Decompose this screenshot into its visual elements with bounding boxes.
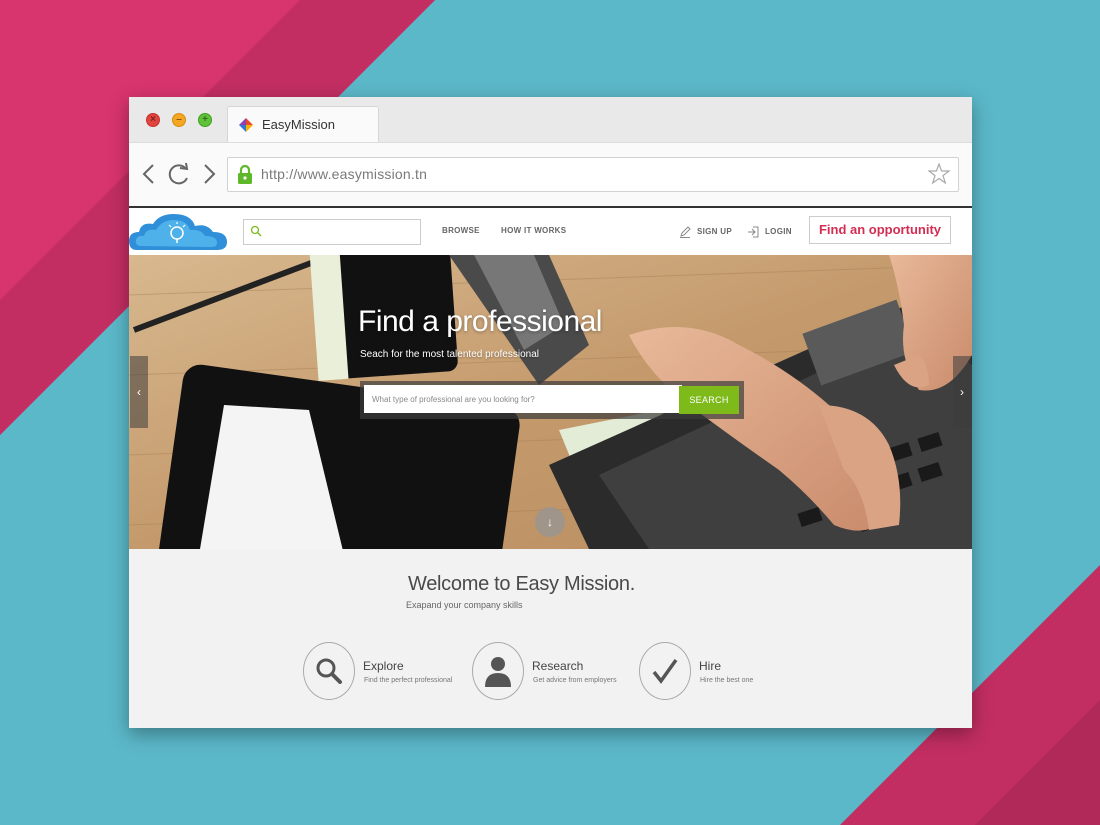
welcome-section: Welcome to Easy Mission. Exapand your co…	[129, 549, 972, 728]
find-opportunity-button[interactable]: Find an opportunity	[809, 216, 951, 244]
arrow-left-icon	[142, 164, 154, 184]
website-content: BROWSE HOW IT WORKS SIGN UP LOGIN Find a…	[129, 206, 972, 728]
feature-hire: Hire Hire the best one	[639, 642, 799, 702]
arrow-right-icon	[204, 164, 216, 184]
search-icon	[250, 225, 262, 237]
tab-title: EasyMission	[262, 117, 335, 132]
person-icon	[485, 657, 511, 687]
browser-toolbar: http://www.easymission.tn	[129, 142, 972, 207]
checkmark-icon	[652, 658, 678, 684]
easymission-favicon-icon	[239, 118, 253, 132]
title-bar: × – + EasyMission	[129, 97, 972, 143]
feature-research-title: Research	[532, 659, 584, 673]
feature-research: Research Get advice from employers	[472, 642, 632, 702]
arrow-down-icon: ↓	[547, 515, 553, 529]
site-search-field[interactable]	[243, 219, 421, 245]
lock-icon	[238, 165, 252, 184]
nav-how-it-works-link[interactable]: HOW IT WORKS	[501, 226, 566, 235]
feature-explore-title: Explore	[363, 659, 404, 673]
feature-explore-circle	[303, 642, 355, 700]
carousel-next-button[interactable]: ›	[953, 356, 971, 428]
feature-hire-title: Hire	[699, 659, 722, 673]
maximize-window-button[interactable]: +	[198, 113, 212, 127]
address-bar[interactable]: http://www.easymission.tn	[227, 157, 959, 192]
forward-button[interactable]	[198, 161, 220, 187]
hero-search-button[interactable]: SEARCH	[679, 386, 739, 414]
search-icon	[316, 658, 342, 684]
welcome-subtitle: Exapand your company skills	[406, 600, 523, 610]
login-icon	[748, 226, 759, 238]
browser-tab[interactable]: EasyMission	[227, 106, 379, 143]
feature-explore-subtitle: Find the perfect professional	[364, 677, 453, 684]
sign-up-label: SIGN UP	[697, 227, 732, 237]
reload-button[interactable]	[166, 161, 192, 187]
reload-icon	[168, 162, 189, 185]
feature-hire-circle	[639, 642, 691, 700]
url-text: http://www.easymission.tn	[261, 166, 428, 182]
chevron-right-icon: ›	[960, 385, 964, 399]
hero-title: Find a professional	[358, 305, 602, 338]
browser-window: × – + EasyMission http://www.easymission…	[129, 97, 972, 728]
hero-search-input[interactable]	[364, 385, 682, 413]
feature-explore: Explore Find the perfect professional	[303, 642, 463, 702]
hero-search-bar: SEARCH	[360, 381, 744, 419]
site-navbar: BROWSE HOW IT WORKS SIGN UP LOGIN Find a…	[129, 208, 972, 255]
chevron-left-icon: ‹	[137, 385, 141, 399]
welcome-title: Welcome to Easy Mission.	[408, 573, 635, 595]
site-search-input[interactable]	[266, 222, 416, 242]
bookmark-star-icon[interactable]	[928, 163, 950, 185]
close-window-button[interactable]: ×	[146, 113, 160, 127]
back-button[interactable]	[138, 161, 160, 187]
hero-subtitle: Seach for the most talented professional	[360, 349, 539, 360]
sign-up-link[interactable]: SIGN UP	[679, 226, 732, 238]
login-link[interactable]: LOGIN	[747, 226, 792, 238]
feature-hire-subtitle: Hire the best one	[700, 677, 754, 684]
login-label: LOGIN	[765, 227, 792, 237]
feature-research-circle	[472, 642, 524, 700]
nav-browse-link[interactable]: BROWSE	[442, 226, 480, 235]
carousel-prev-button[interactable]: ‹	[130, 356, 148, 428]
scroll-down-button[interactable]: ↓	[535, 507, 565, 537]
hero-banner: Find a professional Seach for the most t…	[129, 255, 972, 549]
pencil-icon	[680, 226, 691, 238]
feature-research-subtitle: Get advice from employers	[533, 677, 617, 684]
cloud-logo[interactable]	[129, 210, 229, 254]
minimize-window-button[interactable]: –	[172, 113, 186, 127]
